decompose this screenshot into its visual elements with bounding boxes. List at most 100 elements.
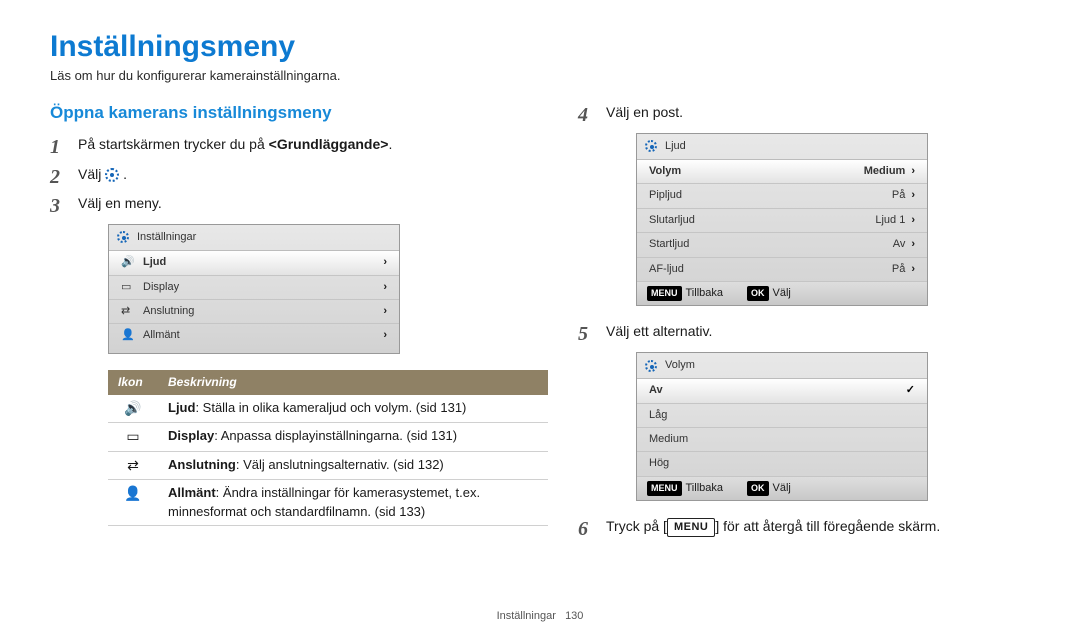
step-3: 3 Välj en meny. Inställningar 🔊 Ljud › ▭ (50, 194, 548, 526)
legend-term: Anslutning (168, 457, 236, 472)
step-number: 3 (50, 192, 60, 220)
option-row-lag[interactable]: Låg (637, 404, 927, 428)
chevron-right-icon: › (383, 280, 387, 295)
footer-ok-label: Välj (773, 286, 791, 301)
menu-row-afljud[interactable]: AF-ljud På › (637, 258, 927, 282)
menu-row-label: Display (143, 280, 179, 295)
menu-row-label: Ljud (143, 255, 166, 270)
step-number: 1 (50, 133, 60, 161)
table-row: ⇄ Anslutning: Välj anslutningsalternativ… (108, 451, 548, 480)
step-number: 5 (578, 320, 588, 348)
chevron-right-icon: › (911, 188, 915, 203)
legend-term: Allmänt (168, 485, 216, 500)
menu-row-allmant[interactable]: 👤 Allmänt › (109, 324, 399, 347)
ok-button-tag: OK (747, 286, 769, 301)
table-row: ▭ Display: Anpassa displayinställningarn… (108, 423, 548, 452)
step-1: 1 På startskärmen trycker du på <Grundlä… (50, 135, 548, 155)
option-row-hog[interactable]: Hög (637, 452, 927, 476)
menu-row-display[interactable]: ▭ Display › (109, 276, 399, 300)
camera-screen-header: Volym (637, 353, 927, 379)
menu-row-value: På (892, 188, 905, 203)
option-label: Medium (649, 432, 688, 447)
page-footer: Inställningar 130 (0, 610, 1080, 622)
chevron-right-icon: › (383, 255, 387, 270)
page-title: Inställningsmeny (50, 30, 1030, 64)
table-row: 🔊 Ljud: Ställa in olika kameraljud och v… (108, 395, 548, 423)
intro-text: Läs om hur du konfigurerar kamerainställ… (50, 68, 1030, 83)
menu-row-anslutning[interactable]: ⇄ Anslutning › (109, 300, 399, 324)
menu-row-label: Volym (649, 164, 681, 179)
camera-screen-footer: MENU Tillbaka OK Välj (637, 282, 927, 305)
step-number: 6 (578, 515, 588, 543)
step-6: 6 Tryck på [MENU] för att återgå till fö… (578, 517, 1030, 537)
menu-button-icon: MENU (667, 518, 715, 537)
icon-legend-table: Ikon Beskrivning 🔊 Ljud: Ställa in olika… (108, 370, 548, 526)
step-text: Välj (78, 166, 105, 182)
legend-desc: : Ändra inställningar för kamerasystemet… (168, 485, 480, 518)
chevron-right-icon: › (911, 237, 915, 252)
menu-button-tag: MENU (647, 286, 682, 301)
step-number: 4 (578, 101, 588, 129)
step-text: Välj en meny. (78, 195, 162, 211)
camera-screen-title: Inställningar (137, 230, 196, 245)
camera-screen-ljud: Ljud Volym Medium› Pipljud På› Slutarlju… (636, 133, 928, 307)
user-icon: 👤 (121, 328, 135, 343)
menu-row-label: Anslutning (143, 304, 194, 319)
camera-screen-footer: MENU Tillbaka OK Välj (637, 477, 927, 500)
camera-screen-title: Volym (665, 358, 695, 373)
option-row-medium[interactable]: Medium (637, 428, 927, 452)
user-icon: 👤 (108, 480, 158, 525)
gear-icon (645, 360, 657, 372)
ok-button-tag: OK (747, 481, 769, 496)
check-icon: ✓ (906, 383, 915, 398)
connection-icon: ⇄ (121, 304, 130, 319)
sound-icon: 🔊 (108, 395, 158, 423)
menu-row-value: Av (893, 237, 906, 252)
step-text: På startskärmen trycker du på (78, 136, 269, 152)
menu-row-startljud[interactable]: Startljud Av› (637, 233, 927, 257)
footer-ok-label: Välj (773, 481, 791, 496)
menu-row-value: På (892, 262, 905, 277)
display-icon: ▭ (121, 280, 131, 295)
option-row-av[interactable]: Av ✓ (637, 379, 927, 403)
step-text-post: . (123, 166, 127, 182)
menu-row-label: AF-ljud (649, 262, 684, 277)
option-label: Hög (649, 456, 669, 471)
step-number: 2 (50, 163, 60, 191)
menu-button-tag: MENU (647, 481, 682, 496)
display-icon: ▭ (108, 423, 158, 452)
menu-row-ljud[interactable]: 🔊 Ljud › (109, 251, 399, 275)
footer-back-label: Tillbaka (686, 286, 724, 301)
step-text-pre: Tryck på [ (606, 518, 667, 534)
gear-icon (645, 140, 657, 152)
legend-desc: : Anpassa displayinställningarna. (sid 1… (214, 428, 457, 443)
legend-term: Ljud (168, 400, 195, 415)
step-text-post: . (388, 136, 392, 152)
chevron-right-icon: › (383, 328, 387, 343)
step-text: Välj en post. (606, 104, 683, 120)
menu-row-volym[interactable]: Volym Medium› (637, 160, 927, 184)
sound-icon: 🔊 (121, 255, 135, 270)
chevron-right-icon: › (383, 304, 387, 319)
footer-back-label: Tillbaka (686, 481, 724, 496)
step-text-post: ] för att återgå till föregående skärm. (715, 518, 940, 534)
chevron-right-icon: › (911, 262, 915, 277)
menu-row-value: Ljud 1 (875, 213, 905, 228)
section-heading: Öppna kamerans inställningsmeny (50, 103, 548, 123)
camera-screen-header: Ljud (637, 134, 927, 160)
legend-header-desc: Beskrivning (158, 370, 548, 395)
legend-header-icon: Ikon (108, 370, 158, 395)
legend-desc: : Ställa in olika kameraljud och volym. … (195, 400, 466, 415)
legend-desc: : Välj anslutningsalternativ. (sid 132) (236, 457, 444, 472)
menu-row-label: Slutarljud (649, 213, 695, 228)
step-bold: <Grundläggande> (269, 136, 389, 152)
chevron-right-icon: › (911, 213, 915, 228)
menu-row-label: Pipljud (649, 188, 682, 203)
option-label: Av (649, 383, 663, 398)
camera-screen-title: Ljud (665, 139, 686, 154)
camera-screen-settings: Inställningar 🔊 Ljud › ▭ Display › ⇄ (108, 224, 400, 354)
menu-row-value: Medium (864, 164, 906, 179)
gear-icon (117, 231, 129, 243)
menu-row-pipljud[interactable]: Pipljud På › (637, 184, 927, 208)
menu-row-slutarljud[interactable]: Slutarljud Ljud 1 › (637, 209, 927, 233)
